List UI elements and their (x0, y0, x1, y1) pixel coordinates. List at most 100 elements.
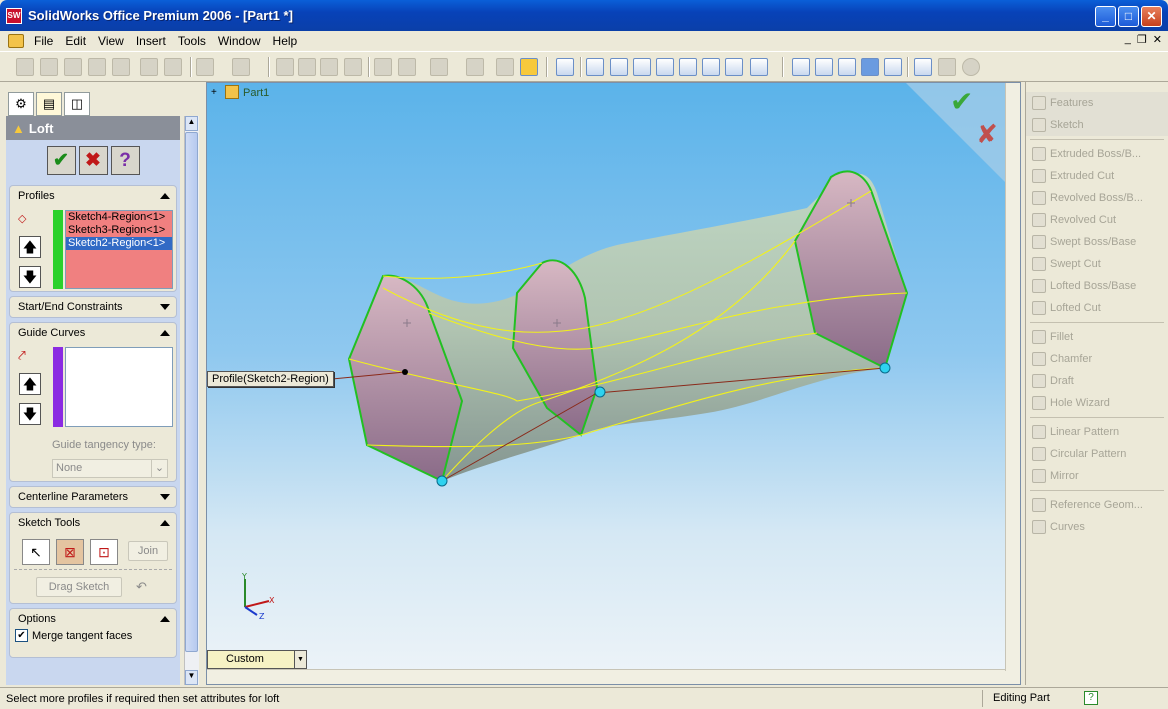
shadows-icon[interactable] (914, 58, 932, 76)
cancel-button[interactable]: ✖ (78, 146, 108, 175)
move-up-button[interactable]: 🡅 (19, 236, 41, 258)
swept-boss-button[interactable]: Swept Boss/Base (1026, 231, 1168, 253)
extruded-boss-button[interactable]: Extruded Boss/B... (1026, 143, 1168, 165)
profile-item[interactable]: Sketch4-Region<1> (66, 211, 172, 224)
propertymanager-tab[interactable]: ▤ (36, 92, 62, 116)
guide-tangency-select[interactable]: None ⌄ (52, 459, 168, 478)
help-button[interactable]: ? (110, 146, 140, 175)
shaded-icon[interactable] (884, 58, 902, 76)
table-icon[interactable] (398, 58, 416, 76)
features-tab[interactable]: Features (1026, 92, 1168, 114)
section-view-icon[interactable] (938, 58, 956, 76)
standard-views-icon[interactable] (750, 58, 768, 76)
grid-icon[interactable] (374, 58, 392, 76)
zoom-to-selection-icon[interactable] (656, 58, 674, 76)
linear-pattern-button[interactable]: Linear Pattern (1026, 421, 1168, 443)
expand-icon[interactable] (160, 494, 170, 500)
macro-icon[interactable] (430, 58, 448, 76)
revolved-boss-button[interactable]: Revolved Boss/B... (1026, 187, 1168, 209)
lofted-boss-button[interactable]: Lofted Boss/Base (1026, 275, 1168, 297)
realview-icon[interactable] (962, 58, 980, 76)
solidworks-app-icon[interactable]: SW (6, 7, 22, 24)
selection-manager-button[interactable]: ⊠ (56, 539, 84, 565)
cut-icon[interactable] (140, 58, 158, 76)
new-icon[interactable] (16, 58, 34, 76)
options-icon[interactable] (344, 58, 362, 76)
doc-minimize-button[interactable]: _ (1125, 33, 1131, 46)
move-down-button[interactable]: 🡇 (19, 266, 41, 288)
rotate-view-icon[interactable] (679, 58, 697, 76)
record-icon[interactable] (466, 58, 484, 76)
merge-tangent-option[interactable]: ✔ Merge tangent faces (10, 629, 176, 642)
collapse-icon[interactable] (160, 330, 170, 336)
guide-move-down-button[interactable]: 🡇 (19, 403, 41, 425)
menu-tools[interactable]: Tools (172, 34, 212, 48)
scroll-thumb[interactable] (185, 132, 198, 652)
guide-curves-list[interactable] (65, 347, 173, 427)
hidden-lines-removed-icon[interactable] (838, 58, 856, 76)
chamfer-button[interactable]: Chamfer (1026, 348, 1168, 370)
featuremanager-tab[interactable]: ⚙ (8, 92, 34, 116)
scroll-down-arrow[interactable]: ▼ (185, 670, 198, 685)
vertical-scrollbar[interactable] (1005, 83, 1020, 671)
menu-insert[interactable]: Insert (130, 34, 172, 48)
select-other-icon[interactable] (298, 58, 316, 76)
maximize-button[interactable]: □ (1118, 6, 1139, 27)
expand-icon[interactable] (160, 304, 170, 310)
undo-drag-icon[interactable]: ↶ (136, 579, 147, 595)
mirror-button[interactable]: Mirror (1026, 465, 1168, 487)
join-button[interactable]: Join (128, 541, 168, 561)
lofted-cut-button[interactable]: Lofted Cut (1026, 297, 1168, 319)
graphics-area[interactable]: + Part1 ✔ ✘ Profile(Sketch2-Region) Y X … (206, 82, 1021, 685)
doc-restore-button[interactable]: ❐ (1137, 33, 1147, 46)
rebuild-icon[interactable] (320, 58, 338, 76)
view-orientation-select[interactable]: Custom ▼ (207, 650, 307, 669)
reference-geometry-button[interactable]: Reference Geom... (1026, 494, 1168, 516)
roll-view-icon[interactable] (725, 58, 743, 76)
start-end-constraints-group[interactable]: Start/End Constraints (9, 296, 177, 318)
circular-pattern-button[interactable]: Circular Pattern (1026, 443, 1168, 465)
menu-view[interactable]: View (92, 34, 130, 48)
pan-icon[interactable] (702, 58, 720, 76)
profile-callout[interactable]: Profile(Sketch2-Region) (207, 371, 334, 387)
fillet-button[interactable]: Fillet (1026, 326, 1168, 348)
help-icon[interactable] (520, 58, 538, 76)
print-icon[interactable] (88, 58, 106, 76)
menu-window[interactable]: Window (212, 34, 267, 48)
zoom-to-area-icon[interactable] (610, 58, 628, 76)
horizontal-scrollbar[interactable] (207, 669, 1020, 684)
dropdown-arrow-icon[interactable]: ⌄ (151, 460, 167, 477)
extruded-cut-button[interactable]: Extruded Cut (1026, 165, 1168, 187)
zoom-in-out-icon[interactable] (633, 58, 651, 76)
quick-tips-icon[interactable]: ? (1084, 691, 1098, 705)
profile-item-selected[interactable]: Sketch2-Region<1> (66, 237, 172, 250)
properties-icon[interactable] (496, 58, 514, 76)
drag-sketch-button[interactable]: Drag Sketch (36, 577, 122, 597)
centerline-parameters-group[interactable]: Centerline Parameters (9, 486, 177, 508)
hole-wizard-button[interactable]: Hole Wizard (1026, 392, 1168, 414)
sketch-tab[interactable]: Sketch (1026, 114, 1168, 136)
merge-tangent-checkbox[interactable]: ✔ (15, 629, 28, 642)
close-button[interactable]: ✕ (1141, 6, 1162, 27)
collapse-icon[interactable] (160, 520, 170, 526)
save-icon[interactable] (64, 58, 82, 76)
hidden-lines-visible-icon[interactable] (815, 58, 833, 76)
redo-icon[interactable] (232, 58, 250, 76)
sketch-tools-header[interactable]: Sketch Tools (10, 513, 176, 533)
open-icon[interactable] (40, 58, 58, 76)
pm-scrollbar[interactable]: ▲ ▼ (184, 116, 199, 685)
options-header[interactable]: Options (10, 609, 176, 629)
shaded-with-edges-icon[interactable] (861, 58, 879, 76)
minimize-button[interactable]: _ (1095, 6, 1116, 27)
select-icon[interactable] (276, 58, 294, 76)
select-tool-button[interactable]: ↖ (22, 539, 50, 565)
swept-cut-button[interactable]: Swept Cut (1026, 253, 1168, 275)
measure-icon[interactable] (556, 58, 574, 76)
document-icon[interactable] (8, 34, 24, 48)
profiles-header[interactable]: Profiles (10, 186, 176, 206)
undo-icon[interactable] (196, 58, 214, 76)
zoom-to-fit-icon[interactable] (586, 58, 604, 76)
menu-edit[interactable]: Edit (59, 34, 92, 48)
configurationmanager-tab[interactable]: ◫ (64, 92, 90, 116)
collapse-icon[interactable] (160, 616, 170, 622)
